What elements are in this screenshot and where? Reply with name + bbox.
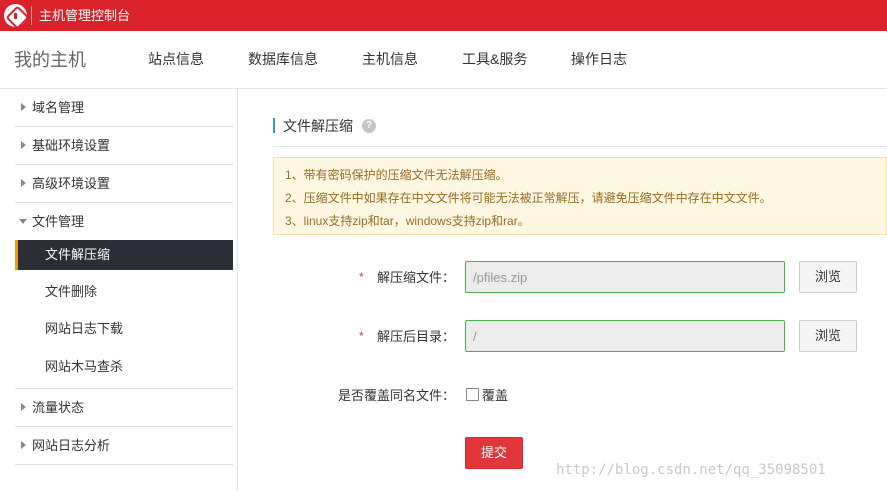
notice-line: 3、linux支持zip和tar，windows支持zip和rar。	[285, 214, 530, 228]
sidebar-subitem-file-delete[interactable]: 文件删除	[15, 277, 233, 307]
nav-item-site-info[interactable]: 站点信息	[148, 51, 204, 68]
caret-right-icon	[21, 179, 26, 187]
sidebar-item-label: 网站日志分析	[32, 438, 111, 453]
nav-item-host-info[interactable]: 主机信息	[362, 51, 418, 68]
sidebar-subitem-label: 文件删除	[45, 284, 98, 299]
nav-item-operation-log[interactable]: 操作日志	[571, 51, 627, 68]
nav-item-tools-services[interactable]: 工具&服务	[462, 51, 527, 68]
browse-archive-button[interactable]: 浏览	[799, 261, 857, 293]
required-mark: *	[359, 270, 364, 284]
target-dir-label: 解压后目录：	[376, 329, 455, 344]
caret-right-icon	[21, 103, 26, 111]
watermark-text: http://blog.csdn.net/qq_35098501	[556, 462, 826, 478]
page-title: 文件解压缩	[283, 118, 353, 134]
archive-file-row: * 解压缩文件： 浏览	[239, 261, 887, 293]
main-content: 文件解压缩 ? 1、带有密码保护的压缩文件无法解压缩。 2、压缩文件中如果存在中…	[239, 89, 887, 491]
sidebar-item-domain[interactable]: 域名管理	[15, 89, 233, 127]
overwrite-label: 是否覆盖同名文件：	[337, 388, 455, 403]
sidebar-subitem-label: 网站木马查杀	[45, 359, 124, 374]
top-bar: 主机管理控制台	[0, 0, 887, 31]
overwrite-row: 是否覆盖同名文件： 覆盖	[239, 379, 887, 411]
archive-file-input[interactable]	[465, 261, 785, 293]
overwrite-checkbox[interactable]	[466, 388, 479, 401]
brand-logo-icon[interactable]	[4, 4, 27, 27]
sidebar-subitem-label: 网站日志下载	[45, 321, 124, 336]
help-icon[interactable]: ?	[362, 119, 376, 133]
submit-button[interactable]: 提交	[465, 437, 523, 469]
caret-right-icon	[21, 403, 26, 411]
sidebar-subitem-unzip[interactable]: 文件解压缩	[15, 240, 233, 270]
caret-right-icon	[21, 141, 26, 149]
browse-target-button[interactable]: 浏览	[799, 320, 857, 352]
sidebar-item-file-management[interactable]: 文件管理	[15, 203, 233, 241]
required-mark: *	[359, 329, 364, 343]
target-dir-row: * 解压后目录： 浏览	[239, 320, 887, 352]
sidebar-subitem-label: 文件解压缩	[45, 247, 111, 262]
sidebar-item-log-analysis[interactable]: 网站日志分析	[15, 427, 233, 465]
sidebar-item-label: 文件管理	[32, 214, 85, 229]
sidebar-subitem-log-download[interactable]: 网站日志下载	[15, 314, 233, 344]
caret-down-icon	[19, 219, 27, 224]
sidebar-item-label: 域名管理	[32, 100, 85, 115]
main-nav: 我的主机 站点信息 数据库信息 主机信息 工具&服务 操作日志	[0, 31, 887, 89]
notice-box: 1、带有密码保护的压缩文件无法解压缩。 2、压缩文件中如果存在中文文件将可能无法…	[273, 157, 887, 235]
sidebar: 域名管理 基础环境设置 高级环境设置 文件管理 文件解压缩 文件删除 网站日志下…	[0, 89, 238, 491]
section-accent-bar	[273, 118, 275, 133]
sidebar-item-label: 基础环境设置	[32, 138, 111, 153]
notice-line: 1、带有密码保护的压缩文件无法解压缩。	[285, 168, 508, 182]
sidebar-item-basic-env[interactable]: 基础环境设置	[15, 127, 233, 165]
archive-file-label: 解压缩文件：	[376, 270, 455, 285]
sidebar-item-label: 高级环境设置	[32, 176, 111, 191]
nav-item-database-info[interactable]: 数据库信息	[248, 51, 318, 68]
caret-right-icon	[21, 441, 26, 449]
topbar-divider	[31, 6, 32, 25]
overwrite-option-label[interactable]: 覆盖	[482, 388, 508, 403]
sidebar-item-label: 流量状态	[32, 400, 85, 415]
sidebar-subitem-trojan-scan[interactable]: 网站木马查杀	[15, 352, 233, 382]
sidebar-item-advanced-env[interactable]: 高级环境设置	[15, 165, 233, 203]
section-header: 文件解压缩 ?	[273, 117, 887, 147]
sidebar-item-traffic[interactable]: 流量状态	[15, 389, 233, 427]
notice-line: 2、压缩文件中如果存在中文文件将可能无法被正常解压，请避免压缩文件中存在中文文件…	[285, 191, 772, 205]
target-dir-input[interactable]	[465, 320, 785, 352]
nav-brand[interactable]: 我的主机	[14, 49, 86, 71]
app-title: 主机管理控制台	[39, 8, 131, 23]
